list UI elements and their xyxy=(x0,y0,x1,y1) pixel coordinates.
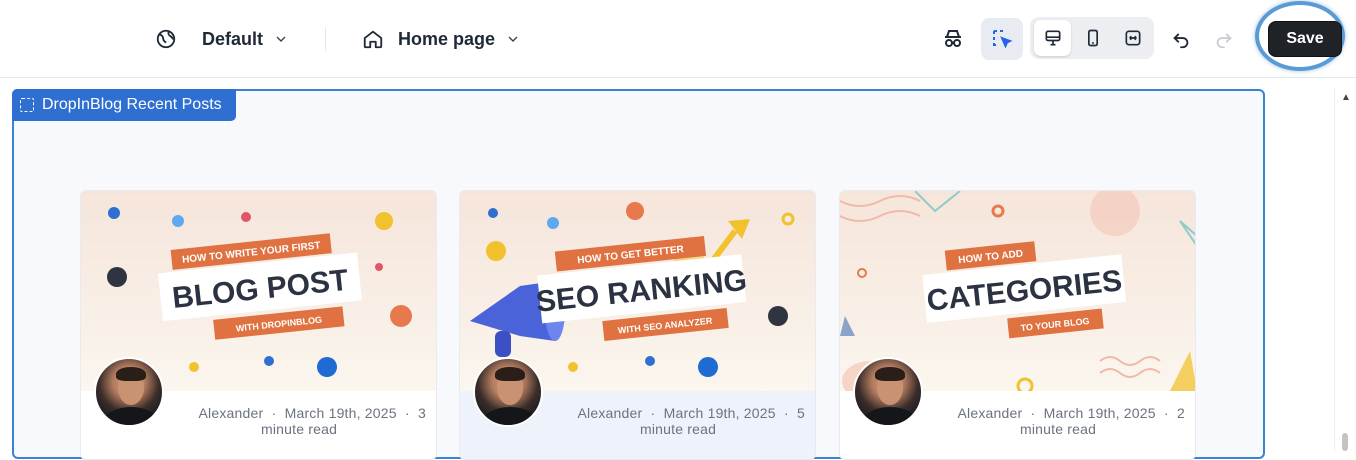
author-avatar xyxy=(473,357,543,427)
mobile-view-button[interactable] xyxy=(1074,20,1111,56)
page-selector[interactable]: Home page xyxy=(362,22,521,56)
editor-toolbar: Default Home page Save xyxy=(0,0,1356,78)
redo-icon xyxy=(1216,33,1232,49)
author-name: Alexander xyxy=(957,405,1023,421)
post-meta: Alexander · March 19th, 2025 · 3 minute … xyxy=(181,405,426,437)
section-label-tag[interactable]: DropInBlog Recent Posts xyxy=(12,89,236,121)
toolbar-divider xyxy=(325,27,326,51)
read-time-label: minute read xyxy=(1020,421,1097,437)
post-date: March 19th, 2025 xyxy=(663,405,776,421)
phone-icon xyxy=(1087,29,1098,47)
globe-icon xyxy=(156,29,176,49)
monitor-icon xyxy=(1045,30,1060,46)
post-card[interactable]: HOW TO GET BETTER SEO RANKING WITH SEO A… xyxy=(459,190,816,460)
redo-button[interactable] xyxy=(1203,18,1245,60)
page-scrollbar[interactable]: ▲ xyxy=(1334,88,1356,451)
scroll-up-arrow-icon[interactable]: ▲ xyxy=(1341,92,1351,103)
author-name: Alexander xyxy=(577,405,643,421)
author-avatar xyxy=(853,357,923,427)
read-time-label: minute read xyxy=(261,421,338,437)
language-selector[interactable]: Default xyxy=(155,22,289,56)
selection-frame-icon xyxy=(20,98,34,112)
chevron-down-icon xyxy=(276,36,286,42)
save-button[interactable]: Save xyxy=(1268,21,1342,57)
language-label: Default xyxy=(202,28,264,49)
read-time-label: minute read xyxy=(640,421,717,437)
expand-width-icon xyxy=(1125,30,1140,46)
section-label-text: DropInBlog Recent Posts xyxy=(42,96,222,113)
author-avatar xyxy=(94,357,164,427)
undo-button[interactable] xyxy=(1160,18,1202,60)
incognito-icon xyxy=(945,30,961,47)
desktop-view-button[interactable] xyxy=(1034,20,1071,56)
read-time-number: 3 xyxy=(418,405,426,421)
chevron-down-icon xyxy=(508,36,518,42)
select-mode-button[interactable] xyxy=(981,18,1023,60)
read-time-number: 5 xyxy=(797,405,805,421)
read-time-number: 2 xyxy=(1177,405,1185,421)
page-label: Home page xyxy=(398,28,496,49)
post-meta: Alexander · March 19th, 2025 · 2 minute … xyxy=(940,405,1185,437)
home-icon xyxy=(363,30,383,49)
preview-button[interactable] xyxy=(932,18,974,60)
undo-icon xyxy=(1173,33,1189,49)
author-name: Alexander xyxy=(198,405,264,421)
fullwidth-view-button[interactable] xyxy=(1114,20,1151,56)
post-card[interactable]: HOW TO ADD CATEGORIES TO YOUR BLOG Alexa… xyxy=(839,190,1196,460)
scroll-thumb[interactable] xyxy=(1342,433,1348,451)
post-meta: Alexander · March 19th, 2025 · 5 minute … xyxy=(560,405,805,437)
dashed-cursor-icon xyxy=(993,30,1013,49)
device-switcher xyxy=(1030,17,1154,59)
post-date: March 19th, 2025 xyxy=(284,405,397,421)
post-card[interactable]: HOW TO WRITE YOUR FIRST BLOG POST WITH D… xyxy=(80,190,437,460)
post-date: March 19th, 2025 xyxy=(1043,405,1156,421)
